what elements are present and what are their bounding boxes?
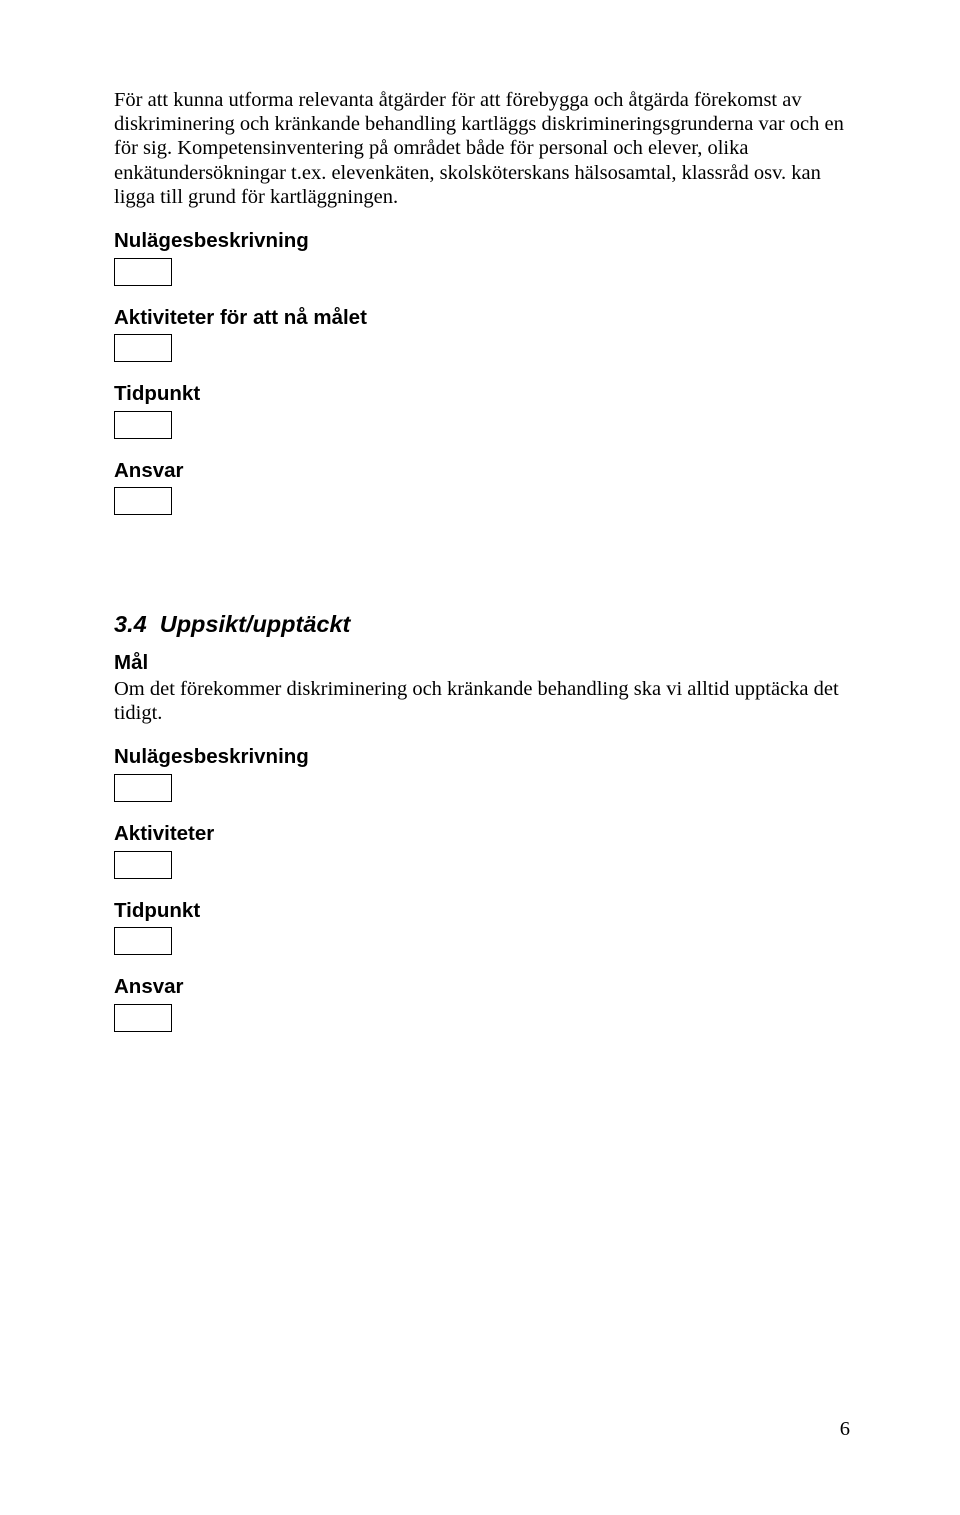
section-number: 3.4 <box>114 611 147 637</box>
section-title-text: Uppsikt/upptäckt <box>160 611 351 637</box>
input-box-nulages-2[interactable] <box>114 774 172 802</box>
label-nulagesbeskrivning-2: Nulägesbeskrivning <box>114 745 850 770</box>
input-box-tidpunkt-1[interactable] <box>114 411 172 439</box>
document-page: För att kunna utforma relevanta åtgärder… <box>0 0 960 1032</box>
label-aktiviteter: Aktiviteter <box>114 822 850 847</box>
label-nulagesbeskrivning: Nulägesbeskrivning <box>114 229 850 254</box>
label-tidpunkt-2: Tidpunkt <box>114 899 850 924</box>
label-ansvar-1: Ansvar <box>114 459 850 484</box>
label-tidpunkt-1: Tidpunkt <box>114 382 850 407</box>
input-box-aktiviteter-mal[interactable] <box>114 334 172 362</box>
input-box-tidpunkt-2[interactable] <box>114 927 172 955</box>
label-aktiviteter-mal: Aktiviteter för att nå målet <box>114 306 850 331</box>
mal-paragraph: Om det förekommer diskriminering och krä… <box>114 677 850 725</box>
label-ansvar-2: Ansvar <box>114 975 850 1000</box>
input-box-ansvar-2[interactable] <box>114 1004 172 1032</box>
section-heading: 3.4 Uppsikt/upptäckt <box>114 610 850 638</box>
label-mal: Mål <box>114 651 850 676</box>
page-number: 6 <box>840 1418 850 1441</box>
input-box-nulages-1[interactable] <box>114 258 172 286</box>
input-box-aktiviteter[interactable] <box>114 851 172 879</box>
intro-paragraph: För att kunna utforma relevanta åtgärder… <box>114 88 850 209</box>
input-box-ansvar-1[interactable] <box>114 487 172 515</box>
